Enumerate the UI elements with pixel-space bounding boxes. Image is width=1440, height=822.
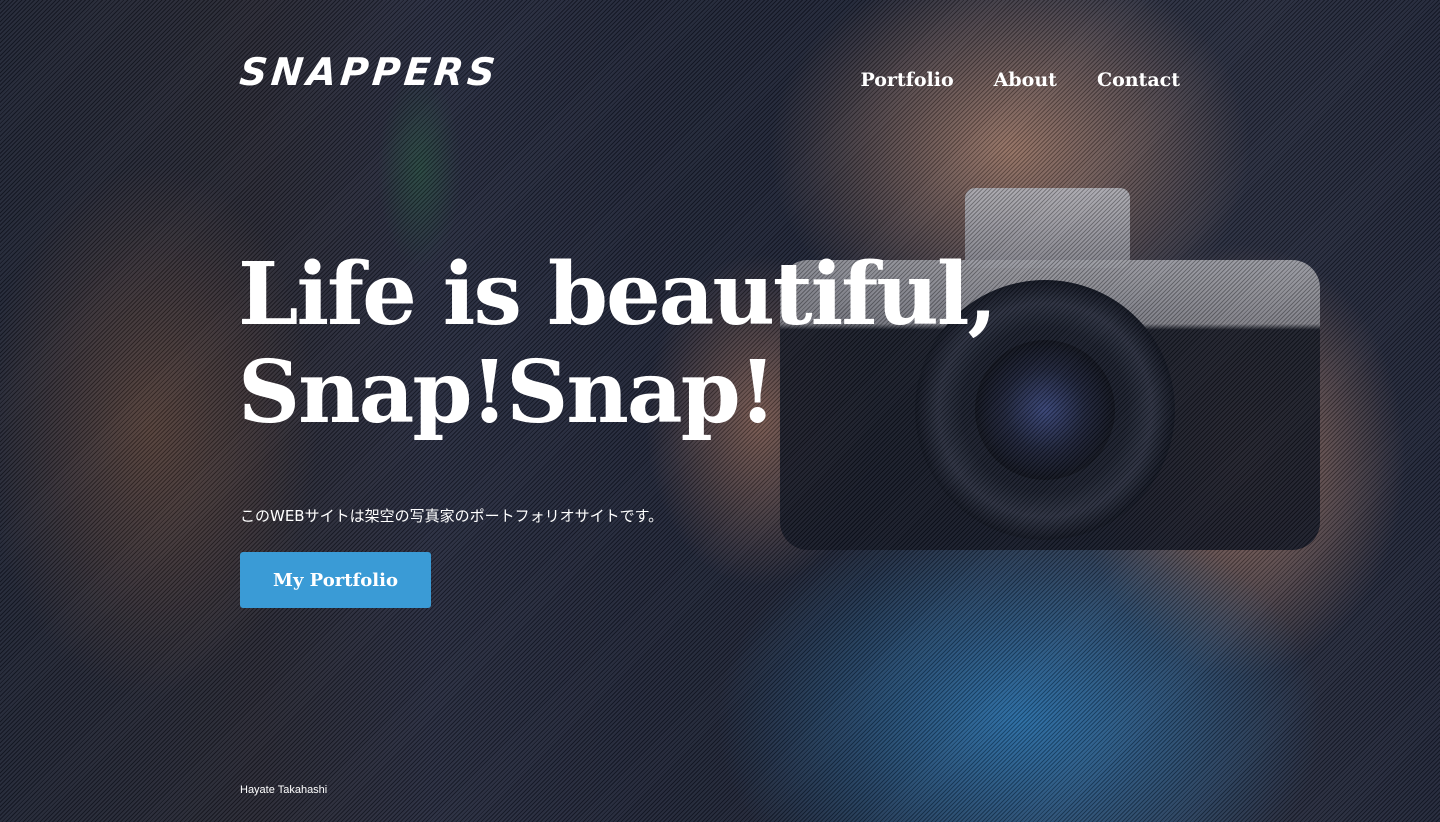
hero-headline-line-1: Life is beautiful, xyxy=(238,244,997,345)
my-portfolio-button[interactable]: My Portfolio xyxy=(240,552,431,608)
nav-link-portfolio[interactable]: Portfolio xyxy=(860,69,953,91)
hero-headline: Life is beautiful, Snap!Snap! xyxy=(238,244,997,443)
hero-section: SNAPPERS Portfolio About Contact Life is… xyxy=(0,0,1440,822)
main-nav: Portfolio About Contact xyxy=(860,66,1180,94)
nav-link-about[interactable]: About xyxy=(994,69,1057,91)
hero-tagline: このWEBサイトは架空の写真家のポートフォリオサイトです。 xyxy=(240,507,664,525)
nav-item-contact: Contact xyxy=(1097,66,1180,94)
nav-item-about: About xyxy=(994,66,1057,94)
nav-item-portfolio: Portfolio xyxy=(860,66,953,94)
hero-headline-line-2: Snap!Snap! xyxy=(238,342,776,443)
photo-credit: Hayate Takahashi xyxy=(240,784,328,796)
nav-link-contact[interactable]: Contact xyxy=(1097,69,1180,91)
site-logo[interactable]: SNAPPERS xyxy=(237,48,501,96)
